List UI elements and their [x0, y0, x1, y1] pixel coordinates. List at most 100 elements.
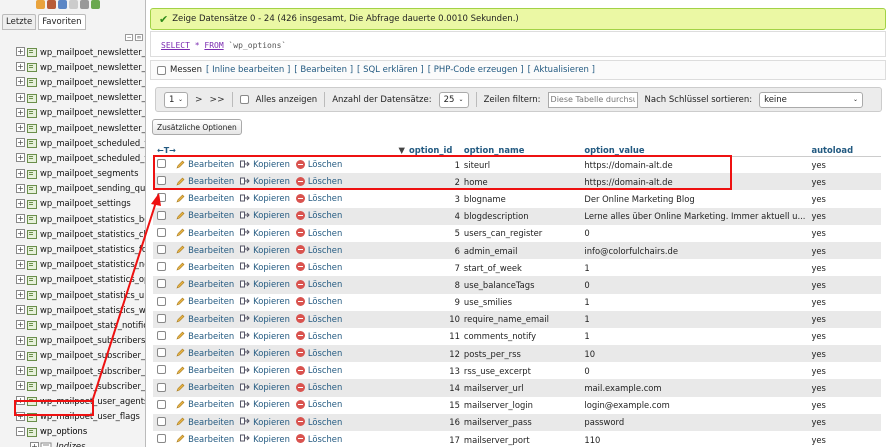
row-checkbox[interactable] [157, 330, 166, 340]
cell-option-value[interactable]: 0 [584, 276, 812, 294]
row-checkbox[interactable] [157, 416, 166, 426]
tab-favorites[interactable]: Favoriten [38, 14, 86, 30]
expand-icon[interactable]: + [16, 198, 25, 208]
delete-row-button[interactable]: Löschen [295, 228, 342, 238]
cell-autoload[interactable]: yes [811, 224, 881, 242]
delete-row-button[interactable]: Löschen [295, 159, 342, 169]
expand-icon[interactable]: + [16, 123, 25, 133]
cell-autoload[interactable]: yes [811, 310, 881, 328]
delete-row-button[interactable]: Löschen [295, 331, 342, 341]
expand-icon[interactable]: + [16, 62, 25, 72]
sidebar-table-item[interactable]: + wp_mailpoet_statistics_clic [0, 226, 145, 241]
expand-icon[interactable]: + [16, 259, 25, 269]
cell-autoload[interactable]: yes [811, 173, 881, 191]
row-checkbox[interactable] [157, 313, 166, 323]
cell-option-value[interactable]: Der Online Marketing Blog [584, 190, 812, 208]
cell-option-value[interactable]: 0 [584, 224, 812, 242]
row-checkbox[interactable] [157, 159, 166, 169]
cell-option-id[interactable]: 15 [409, 396, 464, 414]
copy-row-button[interactable]: Kopieren [240, 365, 290, 375]
sidebar-table-item[interactable]: + wp_mailpoet_stats_notifica [0, 317, 145, 332]
cell-option-value[interactable]: 110 [584, 431, 812, 447]
cell-option-id[interactable]: 5 [409, 224, 464, 242]
cell-option-value[interactable]: login@example.com [584, 396, 812, 414]
cell-option-id[interactable]: 1 [409, 156, 464, 174]
delete-row-button[interactable]: Löschen [295, 176, 342, 186]
sidebar-table-item[interactable]: + wp_mailpoet_scheduled_ta [0, 150, 145, 165]
inline-edit-link[interactable]: [ Inline bearbeiten ] [206, 65, 290, 75]
copy-row-button[interactable]: Kopieren [240, 193, 290, 203]
edit-row-button[interactable]: Bearbeiten [176, 348, 234, 358]
copy-row-button[interactable]: Kopieren [240, 228, 290, 238]
sidebar-table-item[interactable]: + wp_mailpoet_newsletter_s [0, 105, 145, 120]
cell-option-name[interactable]: use_smilies [463, 293, 585, 311]
cell-option-name[interactable]: mailserver_login [463, 396, 585, 414]
delete-row-button[interactable]: Löschen [295, 417, 342, 427]
cell-option-value[interactable]: password [584, 413, 812, 431]
delete-row-button[interactable]: Löschen [295, 279, 342, 289]
arrows-icon[interactable]: ←T→ [157, 146, 176, 155]
settings-icon[interactable] [80, 0, 89, 9]
cell-option-value[interactable]: mail.example.com [584, 379, 812, 397]
edit-row-button[interactable]: Bearbeiten [176, 245, 234, 255]
expand-icon[interactable]: + [16, 214, 25, 224]
delete-row-button[interactable]: Löschen [295, 296, 342, 306]
copy-row-button[interactable]: Kopieren [240, 348, 290, 358]
cell-option-name[interactable]: blogname [463, 190, 585, 208]
cell-option-name[interactable]: mailserver_pass [463, 413, 585, 431]
row-checkbox[interactable] [157, 245, 166, 255]
edit-row-button[interactable]: Bearbeiten [176, 314, 234, 324]
row-checkbox[interactable] [157, 382, 166, 392]
home-icon[interactable] [36, 0, 45, 9]
page-select[interactable]: 1 ⌄ [164, 91, 188, 108]
row-checkbox[interactable] [157, 296, 166, 306]
sidebar-table-item[interactable]: + wp_mailpoet_statistics_bou [0, 211, 145, 226]
expand-icon[interactable]: + [16, 381, 25, 391]
delete-row-button[interactable]: Löschen [295, 348, 342, 358]
cell-option-value[interactable]: 1 [584, 310, 812, 328]
sidebar-table-item[interactable]: + wp_mailpoet_newsletter_li [0, 44, 145, 59]
expand-icon[interactable]: + [16, 138, 25, 148]
edit-row-button[interactable]: Bearbeiten [176, 210, 234, 220]
sidebar-table-item[interactable]: + wp_mailpoet_subscriber_ip [0, 363, 145, 378]
sort-by-key-select[interactable]: keine ⌄ [759, 91, 864, 108]
expand-icon[interactable]: + [16, 168, 25, 178]
edit-row-button[interactable]: Bearbeiten [176, 176, 234, 186]
cell-option-id[interactable]: 3 [409, 190, 464, 208]
create-php-code-link[interactable]: [ PHP-Code erzeugen ] [428, 65, 524, 75]
sidebar-table-item[interactable]: + wp_mailpoet_newsletter_p [0, 90, 145, 105]
row-checkbox[interactable] [157, 365, 166, 375]
delete-row-button[interactable]: Löschen [295, 193, 342, 203]
edit-query-link[interactable]: [ Bearbeiten ] [294, 65, 353, 75]
cell-option-id[interactable]: 6 [409, 241, 464, 260]
cell-autoload[interactable]: yes [811, 241, 881, 260]
link-icon[interactable]: ∞ [135, 34, 143, 41]
cell-option-name[interactable]: admin_email [463, 241, 585, 260]
sidebar-table-item[interactable]: + wp_mailpoet_statistics_ope [0, 272, 145, 287]
cell-option-value[interactable]: 1 [584, 293, 812, 311]
sql-query-box[interactable]: SELECT * FROM `wp_options` [150, 31, 886, 57]
row-checkbox[interactable] [157, 227, 166, 237]
expand-icon[interactable]: + [16, 77, 25, 87]
cell-option-name[interactable]: comments_notify [463, 327, 585, 346]
sidebar-table-item[interactable]: + wp_mailpoet_subscriber_s [0, 378, 145, 393]
copy-row-button[interactable]: Kopieren [240, 296, 290, 306]
cell-autoload[interactable]: yes [811, 190, 881, 208]
cell-option-value[interactable]: 10 [584, 345, 812, 363]
last-page-button[interactable]: >> [210, 95, 225, 105]
rows-count-select[interactable]: 25 ⌄ [438, 91, 469, 108]
cell-option-value[interactable]: https://domain-alt.de [584, 173, 812, 191]
logout-icon[interactable] [47, 0, 56, 9]
cell-option-name[interactable]: use_balanceTags [463, 276, 585, 294]
cell-option-value[interactable]: 1 [584, 259, 812, 277]
sidebar-table-item[interactable]: + wp_mailpoet_statistics_forr [0, 241, 145, 256]
header-autoload[interactable]: autoload [811, 144, 881, 157]
copy-row-button[interactable]: Kopieren [240, 417, 290, 427]
delete-row-button[interactable]: Löschen [295, 210, 342, 220]
cell-option-value[interactable]: info@colorfulchairs.de [584, 241, 812, 260]
cell-autoload[interactable]: yes [811, 379, 881, 397]
cell-autoload[interactable]: yes [811, 327, 881, 346]
edit-row-button[interactable]: Bearbeiten [176, 296, 234, 306]
expand-icon[interactable]: + [16, 396, 25, 406]
collapse-all-icon[interactable]: − [125, 34, 133, 41]
